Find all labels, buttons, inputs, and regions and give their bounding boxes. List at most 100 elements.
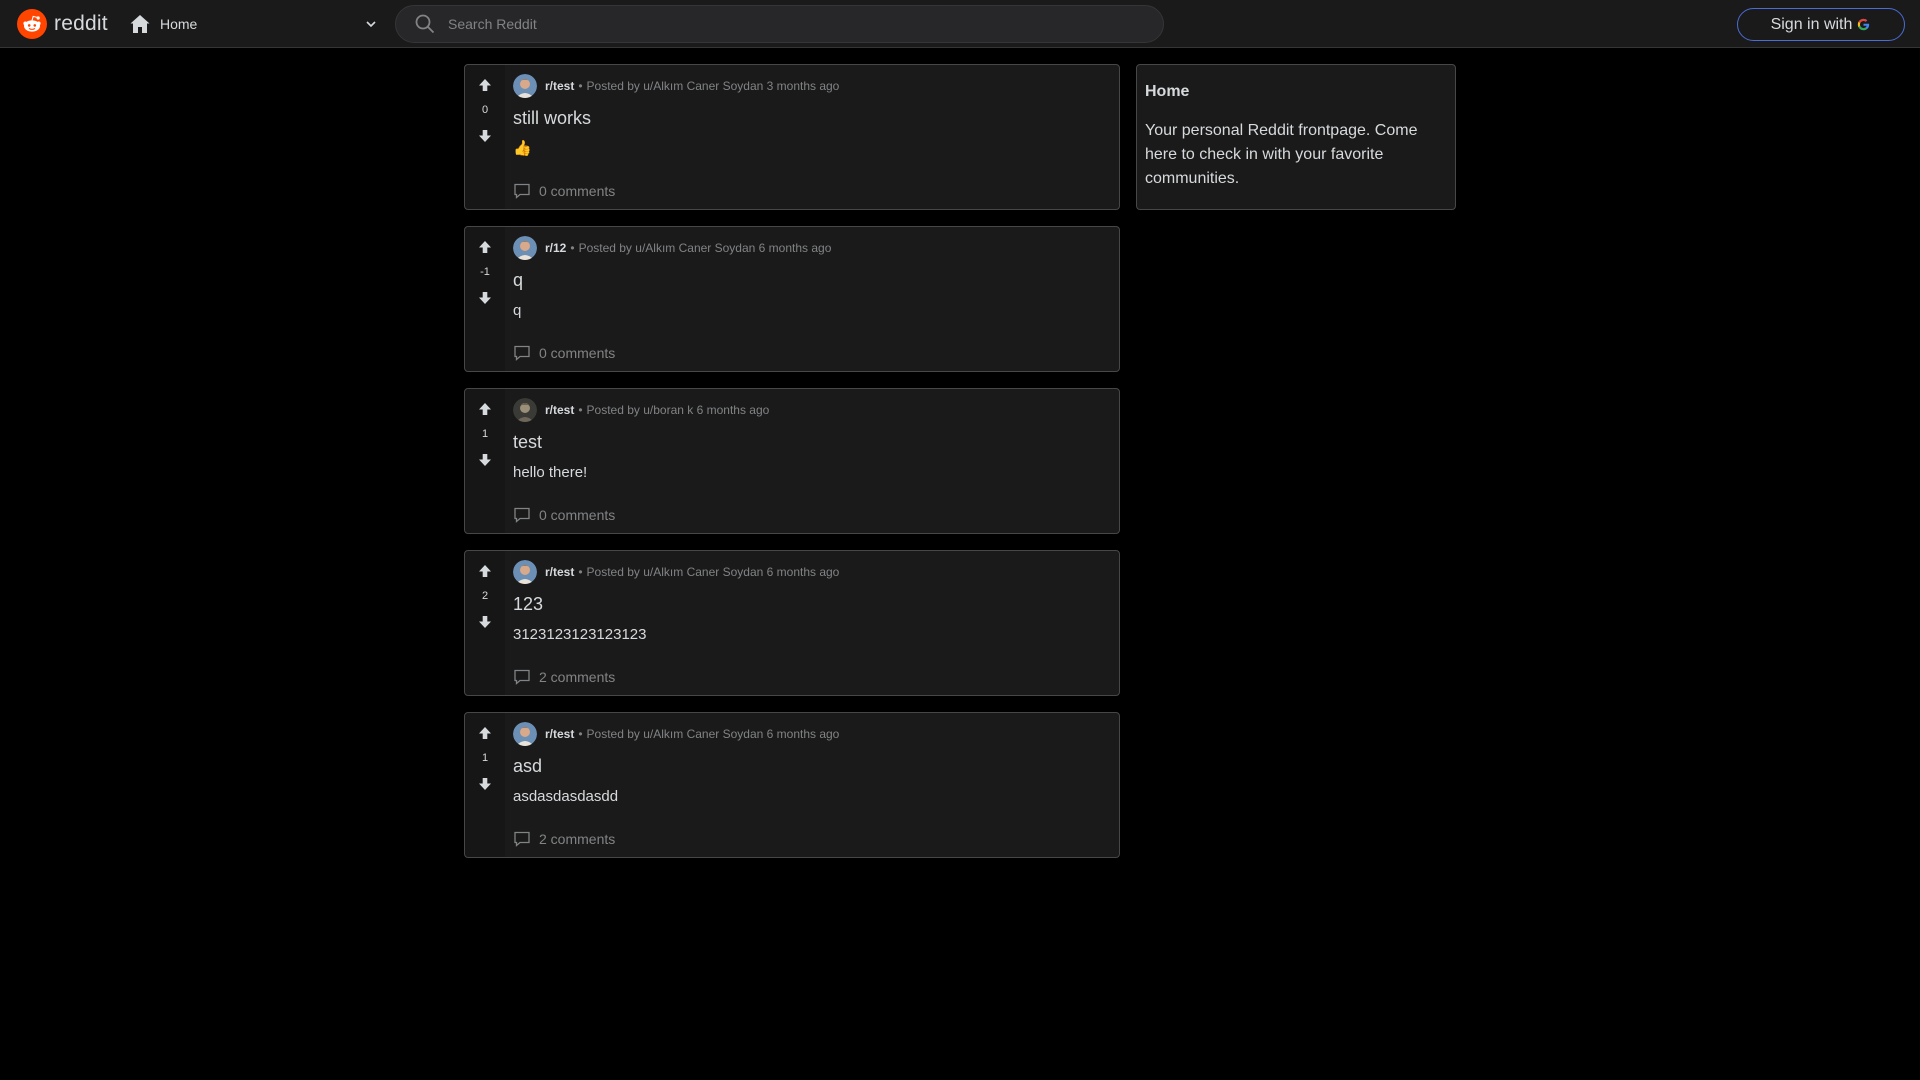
post-title[interactable]: q bbox=[513, 269, 1119, 291]
home-feed-dropdown[interactable]: Home bbox=[126, 8, 378, 40]
upvote-arrow-icon bbox=[479, 727, 491, 739]
comments-link[interactable]: 0 comments bbox=[513, 343, 615, 363]
vote-score: 0 bbox=[481, 104, 489, 116]
post-feed: 0 r/test • Posted by u/Alkım Caner Soyda… bbox=[464, 64, 1120, 874]
search-icon bbox=[415, 14, 435, 34]
upvote-button[interactable] bbox=[475, 561, 495, 581]
upvote-arrow-icon bbox=[479, 565, 491, 577]
comments-count: 0 comments bbox=[539, 183, 616, 199]
sidebar-description: Your personal Reddit frontpage. Come her… bbox=[1145, 122, 1418, 187]
user-avatar-icon bbox=[513, 398, 537, 422]
post-title[interactable]: test bbox=[513, 431, 1119, 453]
post-body: 3123123123123123 bbox=[513, 626, 647, 643]
chevron-down-icon bbox=[366, 21, 376, 28]
upvote-button[interactable] bbox=[475, 723, 495, 743]
posted-by-text[interactable]: Posted by u/Alkım Caner Soydan 6 months … bbox=[587, 565, 840, 579]
post-meta: r/test • Posted by u/boran k 6 months ag… bbox=[513, 397, 1119, 423]
downvote-button[interactable] bbox=[475, 126, 495, 146]
search-bar bbox=[395, 5, 1164, 43]
vote-score: 1 bbox=[481, 752, 489, 764]
comments-count: 0 comments bbox=[539, 345, 616, 361]
meta-separator: • bbox=[578, 79, 583, 93]
home-icon bbox=[130, 15, 150, 33]
upvote-arrow-icon bbox=[479, 403, 491, 415]
downvote-button[interactable] bbox=[475, 774, 495, 794]
comment-icon bbox=[514, 831, 530, 847]
downvote-arrow-icon bbox=[479, 130, 491, 142]
subreddit-link[interactable]: r/test bbox=[545, 565, 574, 579]
downvote-arrow-icon bbox=[479, 454, 491, 466]
post-card[interactable]: -1 r/12 • Posted by u/Alkım Caner Soydan… bbox=[464, 226, 1120, 372]
meta-separator: • bbox=[570, 241, 575, 255]
top-nav-bar: reddit Home Sign in with bbox=[0, 0, 1920, 48]
post-content: r/test • Posted by u/boran k 6 months ag… bbox=[505, 389, 1119, 533]
post-content: r/test • Posted by u/Alkım Caner Soydan … bbox=[505, 551, 1119, 695]
post-content: r/test • Posted by u/Alkım Caner Soydan … bbox=[505, 713, 1119, 857]
comments-link[interactable]: 0 comments bbox=[513, 505, 615, 525]
comment-icon bbox=[514, 183, 530, 199]
downvote-arrow-icon bbox=[479, 616, 491, 628]
post-title[interactable]: asd bbox=[513, 755, 1119, 777]
user-avatar-icon bbox=[513, 560, 537, 584]
post-content: r/test • Posted by u/Alkım Caner Soydan … bbox=[505, 65, 1119, 209]
post-meta: r/test • Posted by u/Alkım Caner Soydan … bbox=[513, 721, 1119, 747]
posted-by-text[interactable]: Posted by u/Alkım Caner Soydan 3 months … bbox=[587, 79, 840, 93]
downvote-arrow-icon bbox=[479, 778, 491, 790]
post-title[interactable]: 123 bbox=[513, 593, 1119, 615]
comments-link[interactable]: 2 comments bbox=[513, 829, 615, 849]
subreddit-link[interactable]: r/12 bbox=[545, 241, 566, 255]
post-body: hello there! bbox=[513, 464, 588, 481]
comment-icon bbox=[514, 345, 530, 361]
comments-count: 0 comments bbox=[539, 507, 616, 523]
upvote-button[interactable] bbox=[475, 399, 495, 419]
user-avatar-icon bbox=[513, 722, 537, 746]
downvote-button[interactable] bbox=[475, 450, 495, 470]
posted-by-text[interactable]: Posted by u/boran k 6 months ago bbox=[587, 403, 770, 417]
downvote-button[interactable] bbox=[475, 612, 495, 632]
post-body: q bbox=[513, 302, 522, 319]
post-title[interactable]: still works bbox=[513, 107, 1119, 129]
post-content: r/12 • Posted by u/Alkım Caner Soydan 6 … bbox=[505, 227, 1119, 371]
comments-link[interactable]: 0 comments bbox=[513, 181, 615, 201]
subreddit-link[interactable]: r/test bbox=[545, 727, 574, 741]
user-avatar-icon bbox=[513, 74, 537, 98]
posted-by-text[interactable]: Posted by u/Alkım Caner Soydan 6 months … bbox=[579, 241, 832, 255]
subreddit-link[interactable]: r/test bbox=[545, 79, 574, 93]
vote-column: 0 bbox=[465, 65, 505, 209]
downvote-button[interactable] bbox=[475, 288, 495, 308]
upvote-arrow-icon bbox=[479, 79, 491, 91]
posted-by-text[interactable]: Posted by u/Alkım Caner Soydan 6 months … bbox=[587, 727, 840, 741]
sign-in-with-google-button[interactable]: Sign in with bbox=[1737, 8, 1905, 41]
meta-separator: • bbox=[578, 727, 583, 741]
meta-separator: • bbox=[578, 403, 583, 417]
post-card[interactable]: 2 r/test • Posted by u/Alkım Caner Soyda… bbox=[464, 550, 1120, 696]
sidebar-title: Home bbox=[1145, 83, 1190, 100]
vote-score: -1 bbox=[480, 266, 490, 278]
sign-in-label: Sign in with bbox=[1770, 15, 1853, 33]
upvote-button[interactable] bbox=[475, 75, 495, 95]
reddit-wordmark: reddit bbox=[54, 12, 108, 35]
upvote-button[interactable] bbox=[475, 237, 495, 257]
post-meta: r/test • Posted by u/Alkım Caner Soydan … bbox=[513, 559, 1119, 585]
search-input[interactable] bbox=[448, 6, 1163, 42]
meta-separator: • bbox=[578, 565, 583, 579]
comment-icon bbox=[514, 669, 530, 685]
post-body: 👍 bbox=[513, 140, 532, 157]
reddit-logo[interactable]: reddit bbox=[17, 9, 108, 39]
comments-count: 2 comments bbox=[539, 831, 616, 847]
subreddit-link[interactable]: r/test bbox=[545, 403, 574, 417]
post-meta: r/test • Posted by u/Alkım Caner Soydan … bbox=[513, 73, 1119, 99]
vote-column: 1 bbox=[465, 389, 505, 533]
vote-column: 2 bbox=[465, 551, 505, 695]
vote-column: 1 bbox=[465, 713, 505, 857]
vote-column: -1 bbox=[465, 227, 505, 371]
home-feed-label: Home bbox=[160, 16, 198, 32]
post-card[interactable]: 0 r/test • Posted by u/Alkım Caner Soyda… bbox=[464, 64, 1120, 210]
post-card[interactable]: 1 r/test • Posted by u/Alkım Caner Soyda… bbox=[464, 712, 1120, 858]
post-card[interactable]: 1 r/test • Posted by u/boran k 6 months … bbox=[464, 388, 1120, 534]
vote-score: 1 bbox=[481, 428, 489, 440]
comments-link[interactable]: 2 comments bbox=[513, 667, 615, 687]
comment-icon bbox=[514, 507, 530, 523]
reddit-snoo-icon bbox=[17, 9, 47, 39]
user-avatar-icon bbox=[513, 236, 537, 260]
